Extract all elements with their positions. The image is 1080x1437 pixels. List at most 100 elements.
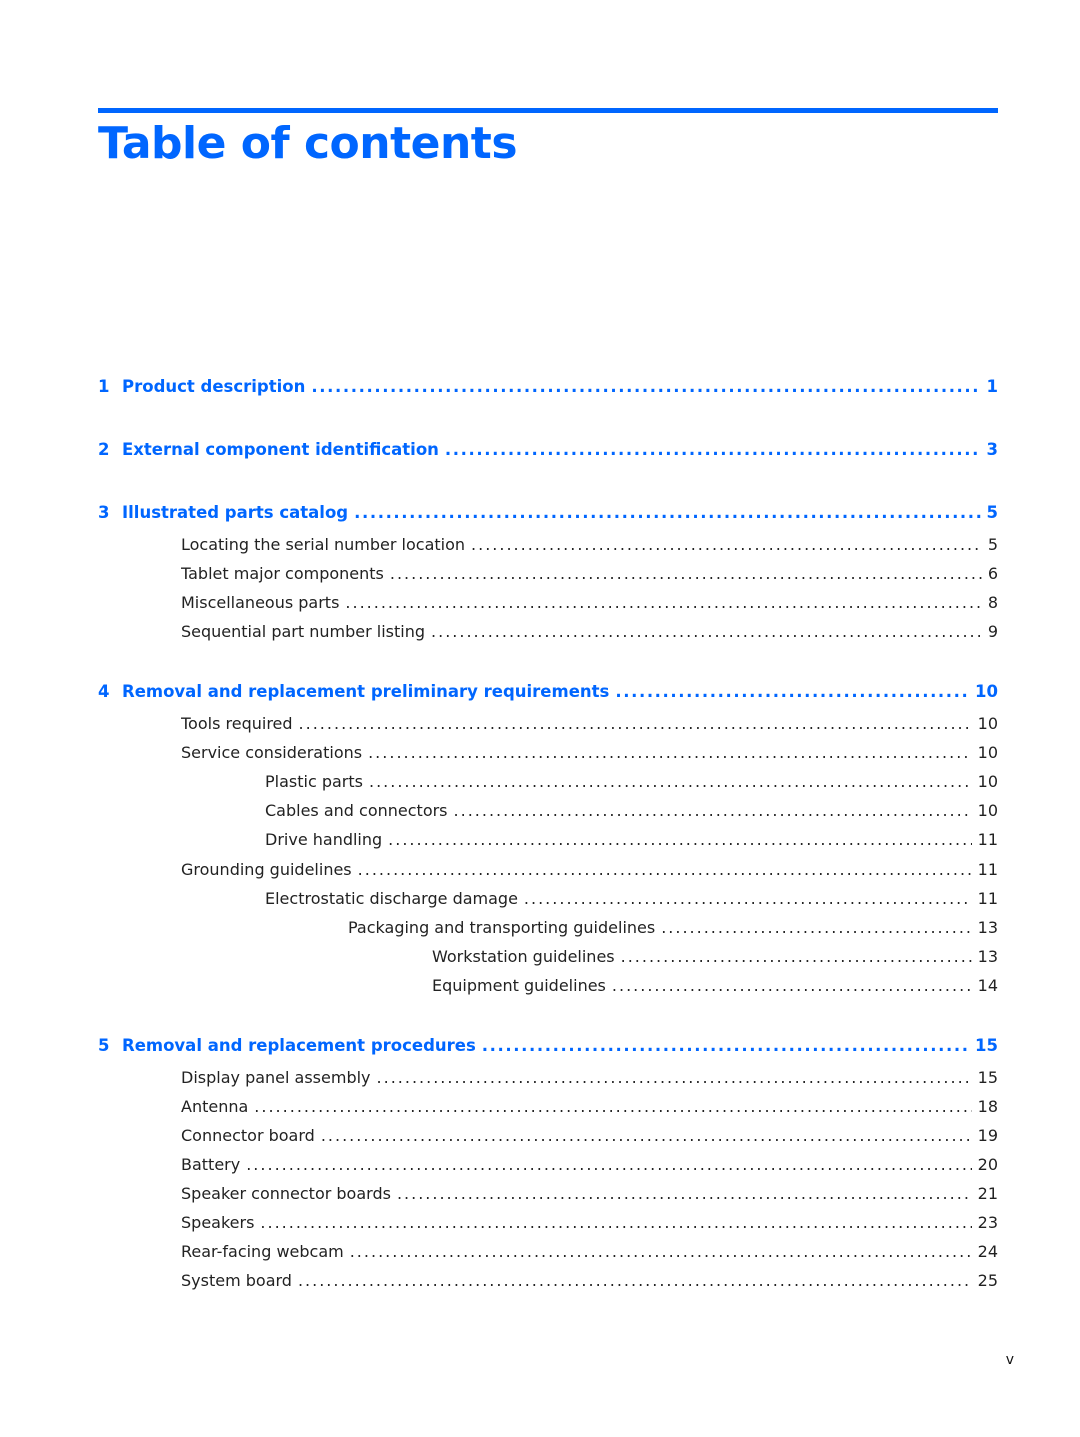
page-number: 10 (977, 801, 998, 820)
dot-leader: ........................................… (389, 564, 982, 583)
section-title: Grounding guidelines (181, 860, 352, 879)
toc-subsubsection[interactable]: Packaging and transporting guidelines ..… (348, 918, 998, 942)
section-title: Display panel assembly (181, 1068, 371, 1087)
dot-leader: ........................................… (396, 1184, 972, 1203)
dot-leader: ........................................… (357, 860, 972, 879)
chapter-number: 3 (98, 503, 110, 522)
section-title: Workstation guidelines (432, 947, 615, 966)
page-number: 10 (977, 743, 998, 762)
page-number: 15 (977, 1068, 998, 1087)
dot-leader: ........................................… (345, 593, 982, 612)
dot-leader: ........................................… (615, 682, 970, 701)
section-title: Sequential part number listing (181, 622, 426, 641)
section-title: Packaging and transporting guidelines (348, 918, 656, 937)
chapter-number: 5 (98, 1036, 110, 1055)
toc-section[interactable]: Tablet major components ................… (181, 564, 998, 588)
dot-leader: ........................................… (246, 1155, 971, 1174)
dot-leader: ........................................… (254, 1097, 972, 1116)
section-title: Rear-facing webcam (181, 1242, 344, 1261)
dot-leader: ........................................… (376, 1068, 972, 1087)
toc-section[interactable]: Sequential part number listing .........… (181, 622, 998, 646)
chapter-title: Product description (122, 377, 306, 396)
page-number: 21 (977, 1184, 998, 1203)
section-title: Tools required (181, 714, 293, 733)
dot-leader: ........................................… (298, 714, 972, 733)
toc-section[interactable]: Speaker connector boards ...............… (181, 1184, 998, 1208)
toc-section[interactable]: Display panel assembly .................… (181, 1068, 998, 1092)
page-number: 5 (987, 535, 998, 554)
page-number: 11 (977, 860, 998, 879)
toc-subsubsubsection[interactable]: Equipment guidelines ...................… (432, 976, 998, 1000)
page-number: 11 (977, 830, 998, 849)
page-number: 18 (977, 1097, 998, 1116)
page-footer-number: v (1005, 1352, 1014, 1368)
page-number: 20 (977, 1155, 998, 1174)
dot-leader: ........................................… (481, 1036, 970, 1055)
page-number: 1 (986, 377, 998, 396)
toc-section[interactable]: System board ...........................… (181, 1271, 998, 1295)
page-number: 23 (977, 1213, 998, 1232)
toc-section[interactable]: Antenna ................................… (181, 1097, 998, 1121)
page-number: 13 (977, 918, 998, 937)
section-title: Drive handling (265, 830, 383, 849)
toc-section[interactable]: Rear-facing webcam .....................… (181, 1242, 998, 1266)
dot-leader: ........................................… (523, 889, 972, 908)
toc-subsection[interactable]: Plastic parts ..........................… (265, 772, 998, 796)
chapter-number: 4 (98, 682, 110, 701)
dot-leader: ........................................… (260, 1213, 971, 1232)
dot-leader: ........................................… (368, 743, 972, 762)
toc-section[interactable]: Grounding guidelines ...................… (181, 860, 998, 884)
toc-chapter-3[interactable]: 3 Illustrated parts catalog .............… (98, 503, 998, 527)
toc-section[interactable]: Tools required .........................… (181, 714, 998, 738)
dot-leader: ........................................… (311, 377, 981, 396)
section-title: Tablet major components (181, 564, 384, 583)
toc-section[interactable]: Connector board ........................… (181, 1126, 998, 1150)
dot-leader: ........................................… (471, 535, 982, 554)
chapter-number: 2 (98, 440, 110, 459)
toc-subsection[interactable]: Cables and connectors ..................… (265, 801, 998, 825)
page-number: 19 (977, 1126, 998, 1145)
toc-section[interactable]: Service considerations .................… (181, 743, 998, 767)
toc-section[interactable]: Miscellaneous parts ....................… (181, 593, 998, 617)
page-number: 13 (977, 947, 998, 966)
dot-leader: ........................................… (453, 801, 972, 820)
page-number: 3 (986, 440, 998, 459)
toc-subsubsubsection[interactable]: Workstation guidelines .................… (432, 947, 998, 971)
page-number: 9 (987, 622, 998, 641)
toc-section[interactable]: Battery ................................… (181, 1155, 998, 1179)
toc-section[interactable]: Speakers ...............................… (181, 1213, 998, 1237)
page-number: 10 (975, 682, 998, 701)
page-number: 15 (975, 1036, 998, 1055)
toc-subsection[interactable]: Electrostatic discharge damage .........… (265, 889, 998, 913)
toc-chapter-1[interactable]: 1 Product description ...................… (98, 377, 998, 401)
page-title: Table of contents (98, 118, 518, 169)
dot-leader: ........................................… (444, 440, 981, 459)
section-title: Speaker connector boards (181, 1184, 391, 1203)
section-title: Plastic parts (265, 772, 363, 791)
chapter-title: Removal and replacement preliminary requ… (122, 682, 610, 701)
dot-leader: ........................................… (320, 1126, 972, 1145)
section-title: Service considerations (181, 743, 363, 762)
page-number: 24 (977, 1242, 998, 1261)
toc-subsection[interactable]: Drive handling .........................… (265, 830, 998, 854)
dot-leader: ........................................… (431, 622, 982, 641)
toc-chapter-4[interactable]: 4 Removal and replacement preliminary req… (98, 682, 998, 706)
page-number: 6 (987, 564, 998, 583)
page-number: 10 (977, 772, 998, 791)
page-number: 8 (987, 593, 998, 612)
dot-leader: ........................................… (611, 976, 972, 995)
section-title: Speakers (181, 1213, 255, 1232)
section-title: Cables and connectors (265, 801, 448, 820)
dot-leader: ........................................… (661, 918, 971, 937)
section-title: Locating the serial number location (181, 535, 466, 554)
toc-chapter-5[interactable]: 5 Removal and replacement procedures ....… (98, 1036, 998, 1060)
toc-section[interactable]: Locating the serial number location ....… (181, 535, 998, 559)
section-title: Electrostatic discharge damage (265, 889, 518, 908)
page-number: 5 (986, 503, 998, 522)
toc-chapter-2[interactable]: 2 External component identification .....… (98, 440, 998, 464)
chapter-number: 1 (98, 377, 110, 396)
section-title: Equipment guidelines (432, 976, 606, 995)
page-number: 14 (977, 976, 998, 995)
title-rule (98, 108, 998, 113)
dot-leader: ........................................… (297, 1271, 972, 1290)
